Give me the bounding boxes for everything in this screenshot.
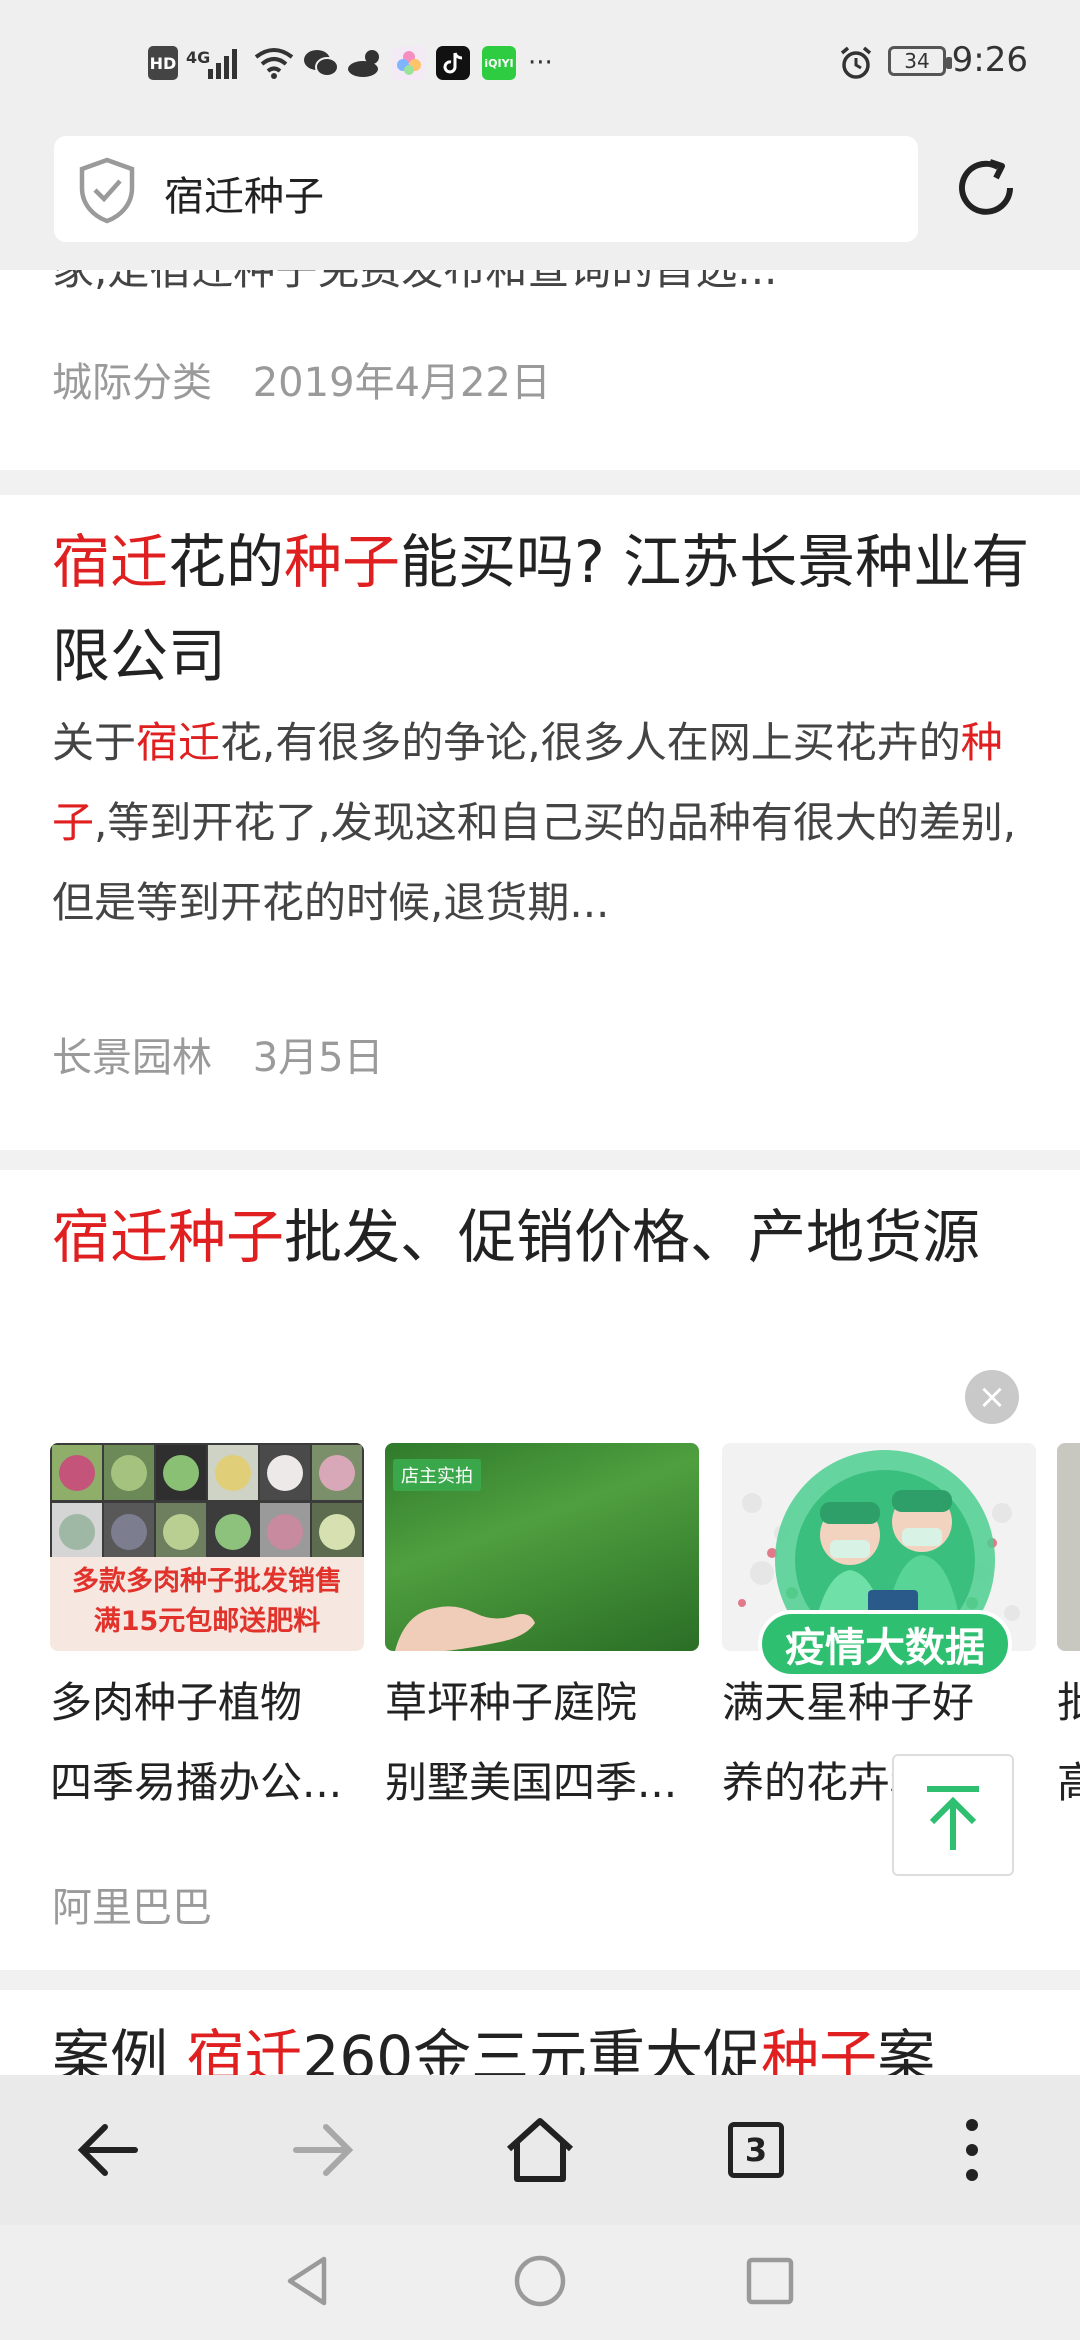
alarm-icon [838,46,874,80]
back-to-top-button[interactable] [892,1754,1014,1876]
epidemic-data-label: 疫情大数据 [758,1610,1012,1678]
system-back-icon[interactable] [282,2253,332,2309]
product-image-caption: 多款多肉种子批发销售 [72,1566,342,1597]
tabs-button[interactable]: 3 [716,2110,796,2190]
signal-icon [208,46,244,80]
search-header: 宿迁种子 [0,130,1080,270]
forward-button[interactable] [283,2110,363,2190]
result-snippet: 关于宿迁花,有很多的争论,很多人在网上买花卉的种子,等到开花了,发现这和自己买的… [52,703,1042,943]
iqiyi-icon: iQIYI [482,46,516,80]
more-vertical-icon [966,2119,978,2181]
wechat-icon [302,46,340,80]
product-image[interactable]: 店主实拍 [385,1443,699,1651]
product-image-caption: 满15元包邮送肥料 [93,1606,321,1637]
result-date: 2019年4月22日 [252,360,551,406]
iqiyi-label: iQIYI [484,56,514,70]
tab-count: 3 [728,2122,784,2178]
product-title-line: 多肉种子植物 [50,1678,303,1727]
tiktok-icon [436,46,470,80]
result-title[interactable]: 宿迁花的种子能买吗? 江苏长景种业有限公司 [52,515,1042,703]
product-image-badge: 店主实拍 [393,1459,481,1491]
close-ad-button[interactable]: × [965,1370,1019,1424]
network-type-label: 4G [186,47,211,67]
result-card[interactable]: 家,是宿迁种子免费发布和查询的首选... 城际分类 2019年4月22日 [0,270,1080,470]
product-item[interactable]: 批 高 [1057,1443,1080,1823]
arrow-up-icon [927,1786,979,1850]
product-title-line: 高 [1057,1758,1080,1807]
status-bar: HD 4G iQIYI ··· 34 9:26 [0,0,1080,130]
clock: 9:26 [951,40,1028,80]
arrow-left-icon [77,2124,138,2176]
title-highlight: 种子 [761,2023,878,2075]
back-button[interactable] [68,2110,148,2190]
hand-image [395,1606,535,1651]
browser-toolbar: 3 [0,2075,1080,2225]
system-nav-bar [0,2225,1080,2340]
network-type-icon: 4G [186,40,210,74]
title-highlight: 宿迁 [52,528,169,596]
home-button[interactable] [500,2110,580,2190]
result-meta: 长景园林 3月5日 [52,1025,384,1083]
title-text: 案 [877,2023,936,2075]
result-source: 阿里巴巴 [52,1885,212,1931]
product-title-line: 四季易播办公... [50,1758,343,1807]
system-recents-icon[interactable] [744,2255,796,2307]
refresh-icon[interactable] [950,152,1022,224]
snippet-text: ,等到开花了,发现这和自己买的品种有很大的差别,但是等到开花的时候,退货期... [52,798,1017,927]
hd-icon: HD [148,46,178,80]
title-text: 260金三元重大促 [302,2023,762,2075]
title-highlight: 种子 [284,528,401,596]
weather-icon [346,46,386,80]
epidemic-data-badge[interactable]: 疫情大数据 [750,1440,1020,1710]
snippet-highlight: 宿迁 [136,718,221,767]
result-date: 3月5日 [252,1035,384,1081]
title-text: 批发、促销价格、产地货源 [284,1203,981,1271]
snippet-text: 关于 [52,718,137,767]
search-input[interactable]: 宿迁种子 [54,136,918,242]
result-card[interactable]: 宿迁花的种子能买吗? 江苏长景种业有限公司 关于宿迁花,有很多的争论,很多人在网… [0,495,1080,1150]
result-card[interactable]: 案例 宿迁260金三元重大促种子案 [0,1990,1080,2075]
title-text: 案例 [52,2023,187,2075]
succulent-image [50,1443,364,1563]
snippet-text: 花,有很多的争论,很多人在网上买花卉的 [220,718,961,767]
product-item[interactable]: 多款多肉种子批发销售 满15元包邮送肥料 多肉种子植物 四季易播办公... [50,1443,364,1823]
more-notifications-icon: ··· [528,46,553,80]
result-meta: 城际分类 2019年4月22日 [52,350,551,408]
arrow-right-icon [293,2124,354,2176]
result-source: 长景园林 [52,1035,212,1081]
product-title-line: 别墅美国四季... [385,1758,678,1807]
product-title-line: 草坪种子庭院 [385,1678,638,1727]
hd-label: HD [149,53,177,73]
search-query-text: 宿迁种子 [164,174,324,220]
result-title[interactable]: 案例 宿迁260金三元重大促种子案 [52,2010,1080,2075]
product-title-line: 批 [1057,1678,1080,1727]
more-notifications-label: ··· [528,48,553,78]
battery-icon: 34 [888,46,946,76]
title-highlight: 宿迁种子 [52,1203,285,1271]
result-title[interactable]: 宿迁种子批发、促销价格、产地货源 [52,1190,1042,1284]
battery-level: 34 [904,49,930,73]
product-image[interactable] [1057,1443,1080,1651]
result-snippet: 家,是宿迁种子免费发布和查询的首选... [52,270,1042,310]
home-icon [506,2118,574,2182]
system-home-icon[interactable] [512,2253,568,2309]
shield-icon [79,157,135,224]
product-image[interactable]: 多款多肉种子批发销售 满15元包邮送肥料 [50,1443,364,1651]
wifi-icon [254,46,294,80]
title-highlight: 宿迁 [186,2023,303,2075]
close-icon: × [977,1377,1007,1417]
flower-app-icon [392,46,426,80]
menu-button[interactable] [932,2110,1012,2190]
title-text: 花的 [168,528,285,596]
product-item[interactable]: 店主实拍 草坪种子庭院 别墅美国四季... [385,1443,699,1823]
result-source: 城际分类 [52,360,212,406]
